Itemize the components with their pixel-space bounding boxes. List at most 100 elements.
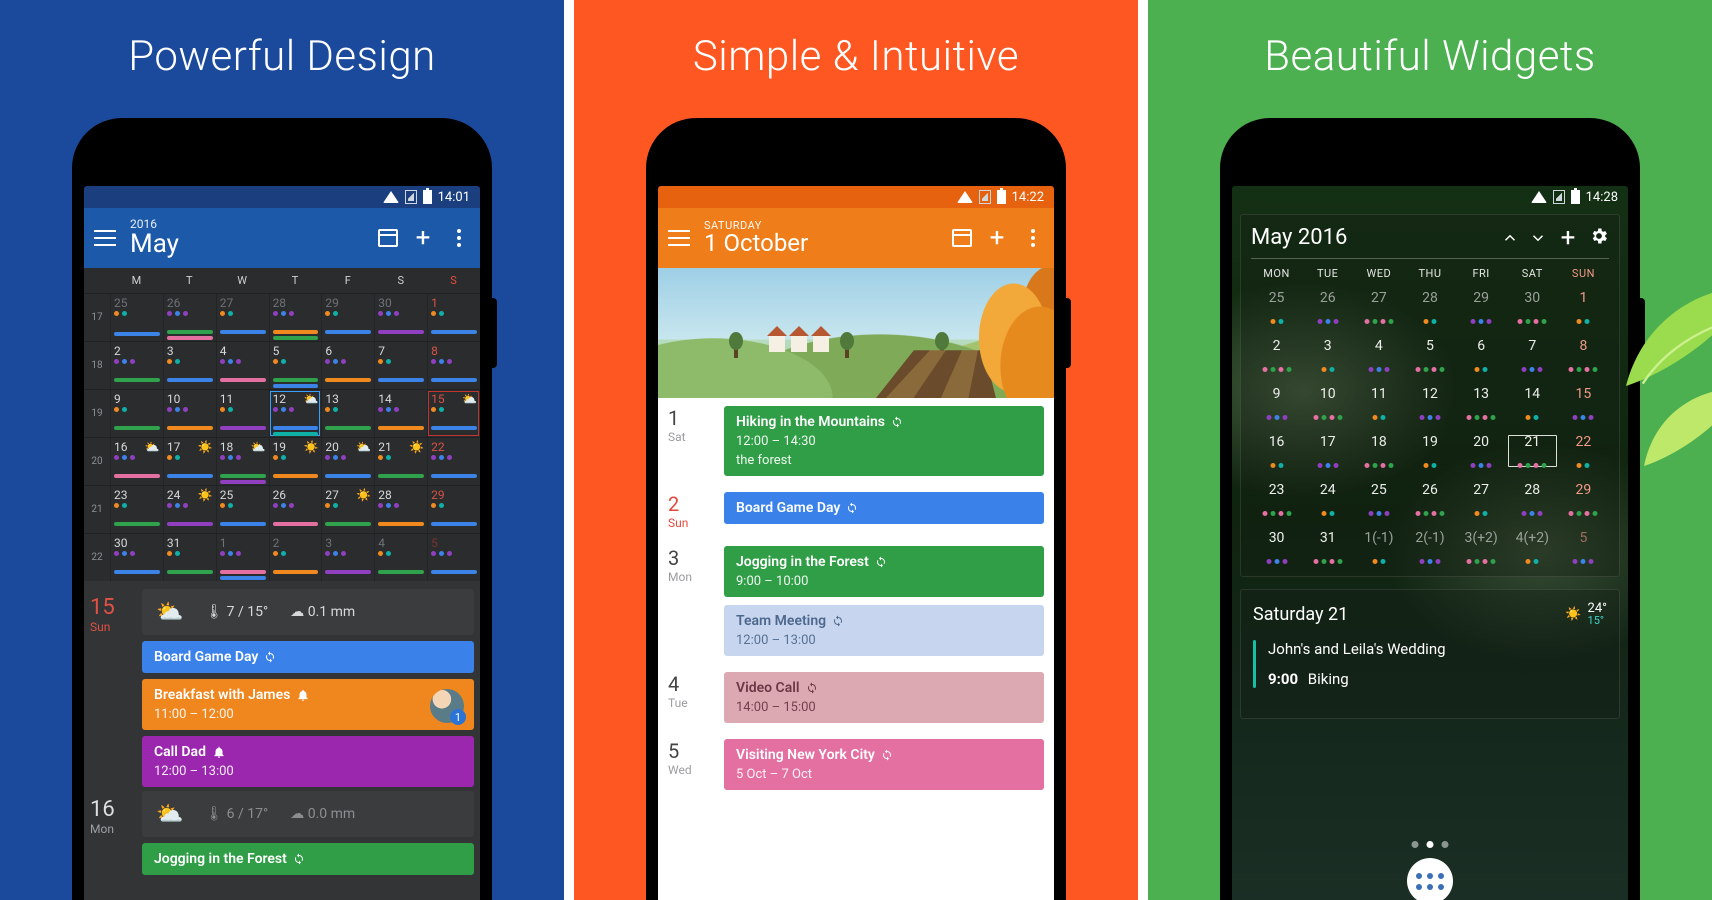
hamburger-icon[interactable]: [94, 230, 116, 246]
calendar-cell[interactable]: 28: [374, 486, 427, 533]
event-card[interactable]: Call Dad12:00 – 13:00: [142, 736, 474, 787]
calendar-cell[interactable]: 5: [427, 534, 480, 581]
widget-cell[interactable]: 21: [1507, 434, 1558, 468]
agenda-widget[interactable]: Saturday 21 ☀️ 24° 15° John's and Le: [1240, 589, 1620, 719]
calendar-cell[interactable]: 8: [427, 342, 480, 389]
event-card[interactable]: Video Call14:00 – 15:00: [724, 672, 1044, 723]
widget-cell[interactable]: 25: [1251, 290, 1302, 324]
calendar-cell[interactable]: 22: [427, 438, 480, 485]
widget-cell[interactable]: 22: [1558, 434, 1609, 468]
widget-cell[interactable]: 29: [1558, 482, 1609, 516]
calendar-cell[interactable]: 2: [269, 534, 322, 581]
appbar-title[interactable]: SATURDAY 1 October: [704, 220, 938, 257]
calendar-cell[interactable]: 7: [374, 342, 427, 389]
calendar-cell[interactable]: 28: [269, 294, 322, 341]
calendar-cell[interactable]: 27: [216, 294, 269, 341]
widget-cell[interactable]: 28: [1404, 290, 1455, 324]
widget-cell[interactable]: 5: [1404, 338, 1455, 372]
calendar-cell[interactable]: 31: [163, 534, 216, 581]
hamburger-icon[interactable]: [668, 230, 690, 246]
event-card[interactable]: Hiking in the Mountains12:00 – 14:30the …: [724, 406, 1044, 476]
widget-cell[interactable]: 2(-1): [1404, 530, 1455, 564]
weather-card[interactable]: ⛅ 🌡 6 / 17° ☁ 0.0 mm: [142, 791, 474, 837]
calendar-cell[interactable]: 23: [110, 486, 163, 533]
calendar-cell[interactable]: 4: [374, 534, 427, 581]
add-icon[interactable]: +: [1557, 227, 1579, 249]
calendar-cell[interactable]: 19☀️: [269, 438, 322, 485]
widget-cell[interactable]: 24: [1302, 482, 1353, 516]
widget-cell[interactable]: 13: [1456, 386, 1507, 420]
widget-cell[interactable]: 2: [1251, 338, 1302, 372]
widget-cell[interactable]: 5: [1558, 530, 1609, 564]
add-icon[interactable]: +: [412, 227, 434, 249]
calendar-cell[interactable]: 17☀️: [163, 438, 216, 485]
calendar-cell[interactable]: 6: [321, 342, 374, 389]
chevron-up-icon[interactable]: [1501, 229, 1519, 247]
event-card[interactable]: Board Game Day: [724, 492, 1044, 524]
widget-cell[interactable]: 19: [1404, 434, 1455, 468]
widget-cell[interactable]: 15: [1558, 386, 1609, 420]
calendar-cell[interactable]: 1: [427, 294, 480, 341]
widget-cell[interactable]: 6: [1456, 338, 1507, 372]
month-grid[interactable]: MTWTFSS 17252627282930118234567819910111…: [84, 268, 480, 581]
widget-cell[interactable]: 11: [1353, 386, 1404, 420]
calendar-cell[interactable]: 25: [110, 294, 163, 341]
widget-cell[interactable]: 17: [1302, 434, 1353, 468]
event-card[interactable]: Jogging in the Forest9:00 – 10:00: [724, 546, 1044, 597]
widget-cell[interactable]: 7: [1507, 338, 1558, 372]
widget-cell[interactable]: 28: [1507, 482, 1558, 516]
calendar-cell[interactable]: 5: [269, 342, 322, 389]
widget-cell[interactable]: 25: [1353, 482, 1404, 516]
agenda-list[interactable]: 15Sun ⛅ 🌡 7 / 15° ☁ 0.1 mm Board Game Da…: [84, 581, 480, 900]
widget-cell[interactable]: 31: [1302, 530, 1353, 564]
weather-card[interactable]: ⛅ 🌡 7 / 15° ☁ 0.1 mm: [142, 589, 474, 635]
overflow-icon[interactable]: [1022, 227, 1044, 249]
widget-title[interactable]: May 2016: [1251, 225, 1491, 250]
widget-cell[interactable]: 26: [1404, 482, 1455, 516]
chevron-down-icon[interactable]: [1529, 229, 1547, 247]
event-card[interactable]: Visiting New York City5 Oct – 7 Oct: [724, 739, 1044, 790]
widget-cell[interactable]: 26: [1302, 290, 1353, 324]
calendar-icon[interactable]: [952, 229, 972, 247]
calendar-widget[interactable]: May 2016 + MONTUEWEDTHUFRISATSUN 2526272…: [1240, 214, 1620, 577]
widget-cell[interactable]: 23: [1251, 482, 1302, 516]
widget-cell[interactable]: 4: [1353, 338, 1404, 372]
appbar-title[interactable]: 2016 May: [130, 218, 364, 258]
widget-cell[interactable]: 27: [1353, 290, 1404, 324]
widget-cell[interactable]: 16: [1251, 434, 1302, 468]
calendar-cell[interactable]: 24☀️: [163, 486, 216, 533]
widget-cell[interactable]: 9: [1251, 386, 1302, 420]
widget-cell[interactable]: 20: [1456, 434, 1507, 468]
calendar-cell[interactable]: 4: [216, 342, 269, 389]
widget-cell[interactable]: 8: [1558, 338, 1609, 372]
widget-cell[interactable]: 3: [1302, 338, 1353, 372]
widget-cell[interactable]: 29: [1456, 290, 1507, 324]
calendar-cell[interactable]: 16⛅: [110, 438, 163, 485]
widget-cell[interactable]: 18: [1353, 434, 1404, 468]
add-icon[interactable]: +: [986, 227, 1008, 249]
calendar-cell[interactable]: 27☀️: [321, 486, 374, 533]
event-card[interactable]: Breakfast with James11:00 – 12:00: [142, 679, 474, 730]
widget-cell[interactable]: 12: [1404, 386, 1455, 420]
widget-cell[interactable]: 27: [1456, 482, 1507, 516]
calendar-cell[interactable]: 20⛅: [321, 438, 374, 485]
widget-cell[interactable]: 30: [1507, 290, 1558, 324]
calendar-cell[interactable]: 11: [216, 390, 269, 437]
calendar-icon[interactable]: [378, 229, 398, 247]
widget-cell[interactable]: 1: [1558, 290, 1609, 324]
event-card[interactable]: Board Game Day: [142, 641, 474, 673]
calendar-cell[interactable]: 25: [216, 486, 269, 533]
widget-cell[interactable]: 30: [1251, 530, 1302, 564]
calendar-cell[interactable]: 3: [163, 342, 216, 389]
overflow-icon[interactable]: [448, 227, 470, 249]
widget-month-grid[interactable]: 2526272829301234567891011121314151617181…: [1251, 290, 1609, 564]
calendar-cell[interactable]: 30: [110, 534, 163, 581]
page-indicator[interactable]: [1412, 841, 1449, 848]
calendar-cell[interactable]: 3: [321, 534, 374, 581]
calendar-cell[interactable]: 10: [163, 390, 216, 437]
calendar-cell[interactable]: 9: [110, 390, 163, 437]
calendar-cell[interactable]: 26: [163, 294, 216, 341]
calendar-cell[interactable]: 21☀️: [374, 438, 427, 485]
widget-cell[interactable]: 10: [1302, 386, 1353, 420]
widget-event[interactable]: John's and Leila's Wedding 9:00 Biking: [1253, 640, 1607, 688]
